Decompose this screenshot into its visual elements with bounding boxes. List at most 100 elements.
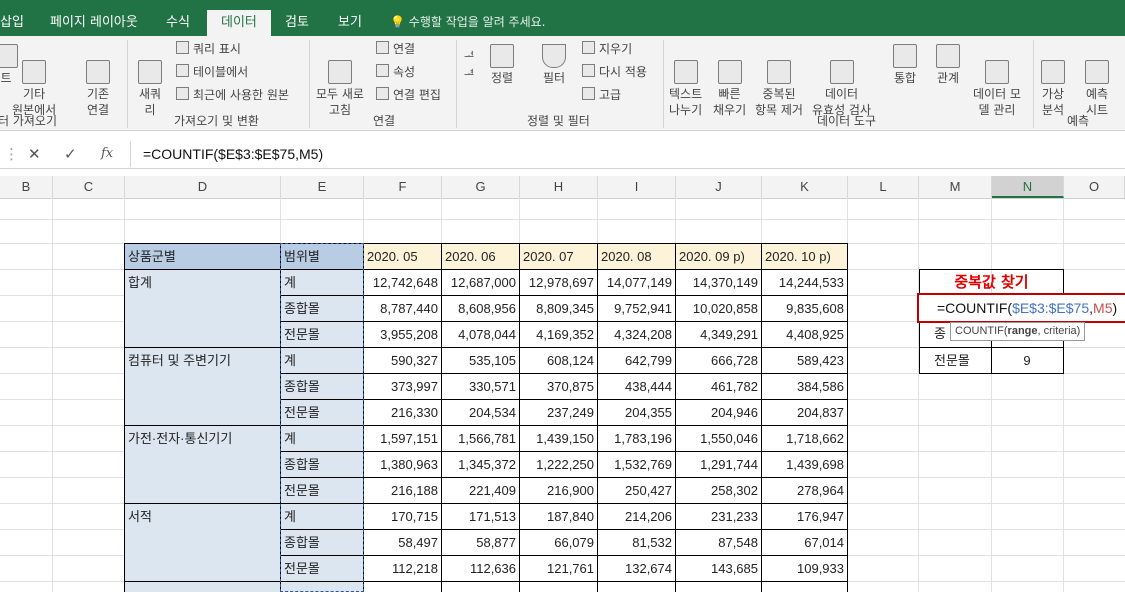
value-cell[interactable]: 214,206 [598,504,676,530]
value-cell[interactable]: 187,840 [520,504,598,530]
value-cell[interactable]: 9,752,941 [598,296,676,322]
column-header-e[interactable]: E [281,176,364,198]
from-table-button[interactable]: 테이블에서 [176,63,248,81]
range-cell[interactable]: 종합몰 [281,374,364,400]
value-cell[interactable]: 8,787,440 [364,296,442,322]
formula-input[interactable]: =COUNTIF($E$3:$E$75,M5) [130,141,1125,167]
value-cell[interactable]: 4,169,352 [520,322,598,348]
consolidate-button[interactable]: 통합 [893,44,917,86]
category-cell[interactable]: 합계 [125,270,281,348]
value-cell[interactable]: 1,291,744 [676,452,762,478]
value-cell[interactable]: 171,513 [442,504,520,530]
header-date[interactable]: 2020. 06 [442,244,520,270]
new-query-button[interactable]: 새쿼 리 [138,44,162,118]
worksheet-grid[interactable]: 상품군별 범위별 2020. 05 2020. 06 2020. 07 2020… [0,198,1125,592]
tab-review[interactable]: 검토 [285,0,309,36]
lookup-label-cell[interactable]: 전문몰 [919,347,992,374]
range-cell[interactable]: 전문몰 [281,322,364,348]
value-cell[interactable]: 204,837 [762,400,848,426]
range-cell[interactable]: 전문몰 [281,556,364,582]
value-cell[interactable]: 590,327 [364,348,442,374]
header-date[interactable]: 2020. 10 p) [762,244,848,270]
value-cell[interactable]: 216,900 [520,478,598,504]
value-cell[interactable]: 4,349,291 [676,322,762,348]
reapply-button[interactable]: 다시 적용 [582,63,647,81]
insert-function-button[interactable]: fx [101,140,113,168]
show-queries-button[interactable]: 쿼리 표시 [176,40,241,58]
forecast-sheet-button[interactable]: 예측 시트 [1085,44,1109,118]
value-cell[interactable]: 4,324,208 [598,322,676,348]
value-cell[interactable]: 1,718,662 [762,426,848,452]
edit-links-button[interactable]: 연결 편집 [376,86,441,104]
value-cell[interactable]: 535,105 [442,348,520,374]
column-header-c[interactable]: C [53,176,125,198]
value-cell[interactable] [762,582,848,592]
header-date[interactable]: 2020. 08 [598,244,676,270]
column-header-f[interactable]: F [364,176,442,198]
sort-button[interactable]: 정렬 [490,44,514,86]
enter-button[interactable]: ✓ [64,140,77,168]
tab-formulas[interactable]: 수식 [166,0,190,36]
value-cell[interactable]: 666,728 [676,348,762,374]
value-cell[interactable]: 237,249 [520,400,598,426]
range-cell[interactable]: 계 [281,348,364,374]
tell-me-box[interactable]: 💡 수행할 작업을 알려 주세요. [390,0,545,36]
value-cell[interactable]: 642,799 [598,348,676,374]
value-cell[interactable]: 81,532 [598,530,676,556]
text-to-columns-button[interactable]: 텍스트 나누기 [669,44,702,118]
value-cell[interactable]: 1,439,150 [520,426,598,452]
properties-button[interactable]: 속성 [376,63,415,81]
value-cell[interactable] [520,582,598,592]
column-header-h[interactable]: H [520,176,598,198]
value-cell[interactable]: 461,782 [676,374,762,400]
value-cell[interactable]: 204,534 [442,400,520,426]
relationships-button[interactable]: 관계 [936,44,960,86]
value-cell[interactable]: 1,783,196 [598,426,676,452]
column-header-k[interactable]: K [762,176,848,198]
column-header-i[interactable]: I [598,176,676,198]
category-cell[interactable]: 가전·전자·통신기기 [125,426,281,504]
column-header-n[interactable]: N [992,176,1064,198]
lookup-title-cell[interactable]: 중복값 찾기 [919,269,1064,295]
range-cell[interactable]: 계 [281,504,364,530]
flash-fill-button[interactable]: 빠른 채우기 [713,44,746,118]
value-cell[interactable]: 1,345,372 [442,452,520,478]
value-cell[interactable]: 8,809,345 [520,296,598,322]
header-category[interactable]: 상품군별 [125,244,281,270]
column-header-o[interactable]: O [1064,176,1125,198]
value-cell[interactable]: 589,423 [762,348,848,374]
value-cell[interactable]: 58,497 [364,530,442,556]
value-cell[interactable]: 330,571 [442,374,520,400]
value-cell[interactable]: 4,078,044 [442,322,520,348]
value-cell[interactable] [442,582,520,592]
value-cell[interactable]: 87,548 [676,530,762,556]
value-cell[interactable]: 250,427 [598,478,676,504]
header-date[interactable]: 2020. 09 p) [676,244,762,270]
value-cell[interactable] [364,582,442,592]
category-cell[interactable]: 서적 [125,504,281,582]
column-header-j[interactable]: J [676,176,762,198]
advanced-filter-button[interactable]: 고급 [582,86,621,104]
value-cell[interactable]: 3,955,208 [364,322,442,348]
value-cell[interactable]: 384,586 [762,374,848,400]
value-cell[interactable]: 608,124 [520,348,598,374]
cancel-button[interactable]: ✕ [28,140,41,168]
data-model-button[interactable]: 데이터 모 델 관리 [973,44,1021,118]
value-cell[interactable]: 66,079 [520,530,598,556]
value-cell[interactable]: 1,597,151 [364,426,442,452]
lookup-value-cell[interactable]: 9 [991,347,1064,374]
range-cell[interactable]: 계 [281,426,364,452]
value-cell[interactable]: 58,877 [442,530,520,556]
refresh-all-button[interactable]: 모두 새로 고침 [316,44,364,118]
category-cell[interactable]: 컴퓨터 및 주변기기 [125,348,281,426]
value-cell[interactable]: 373,997 [364,374,442,400]
recent-sources-button[interactable]: 최근에 사용한 원본 [176,86,289,104]
column-header-d[interactable]: D [125,176,281,198]
value-cell[interactable]: 121,761 [520,556,598,582]
value-cell[interactable]: 216,188 [364,478,442,504]
column-header-l[interactable]: L [848,176,919,198]
value-cell[interactable]: 1,550,046 [676,426,762,452]
value-cell[interactable]: 1,532,769 [598,452,676,478]
value-cell[interactable]: 9,835,608 [762,296,848,322]
value-cell[interactable]: 14,244,533 [762,270,848,296]
